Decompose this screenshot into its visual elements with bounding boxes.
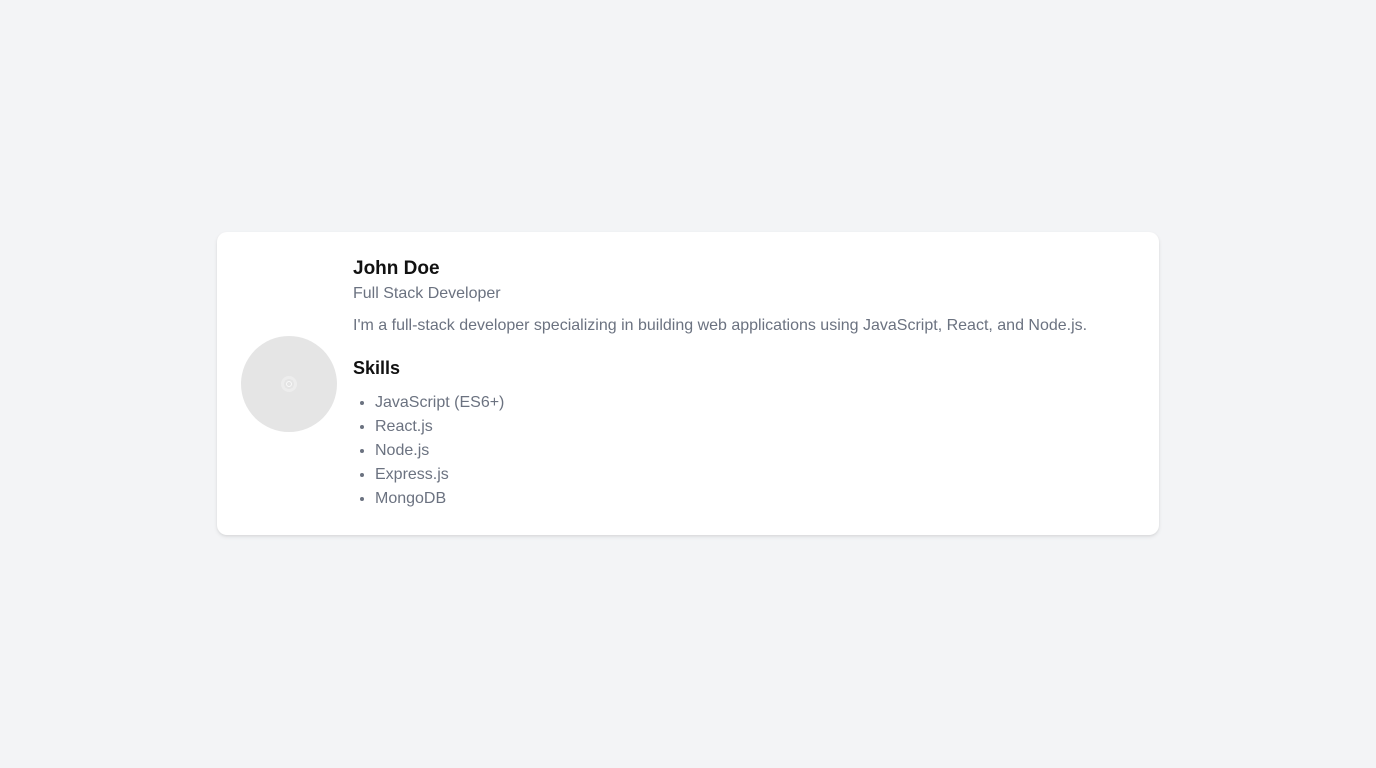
skill-item: Node.js xyxy=(375,439,1135,463)
profile-name: John Doe xyxy=(353,257,440,279)
skill-item: Express.js xyxy=(375,463,1135,487)
profile-content: John Doe Full Stack Developer I'm a full… xyxy=(353,257,1135,511)
skill-item: React.js xyxy=(375,415,1135,439)
skill-item: MongoDB xyxy=(375,487,1135,511)
profile-card: John Doe Full Stack Developer I'm a full… xyxy=(217,232,1159,535)
profile-title: Full Stack Developer xyxy=(353,284,501,302)
avatar xyxy=(241,335,337,432)
skills-list: JavaScript (ES6+) React.js Node.js Expre… xyxy=(353,391,1135,511)
skills-heading: Skills xyxy=(353,357,401,378)
loading-spinner-icon xyxy=(281,375,297,392)
profile-bio: I'm a full-stack developer specializing … xyxy=(353,316,1088,334)
page: John Doe Full Stack Developer I'm a full… xyxy=(0,0,1376,768)
skill-item: JavaScript (ES6+) xyxy=(375,391,1135,415)
